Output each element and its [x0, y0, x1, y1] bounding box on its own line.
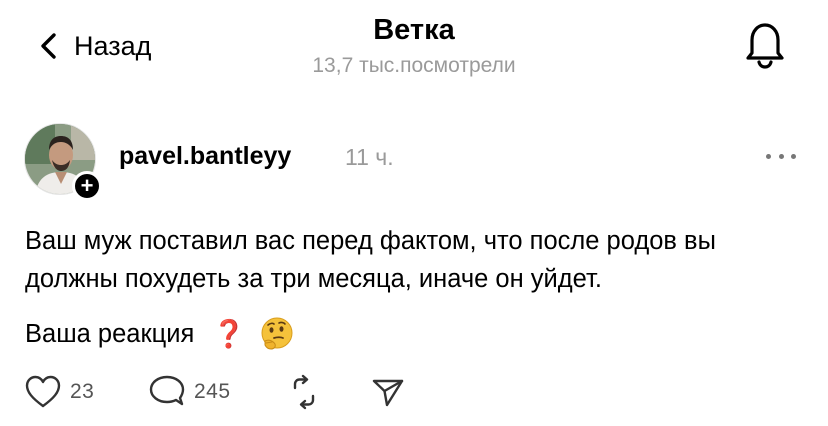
more-dot: [766, 153, 771, 159]
repost-icon: [293, 374, 315, 410]
send-icon: [372, 379, 404, 407]
more-dot: [778, 153, 784, 159]
post-time: 11 ч.: [345, 144, 394, 170]
thinking-face-emoji: [261, 317, 293, 350]
post-text: Ваш муж поставил вас перед фактом, что п…: [25, 227, 716, 293]
replies-count: 245: [194, 380, 231, 403]
heart-icon: [25, 375, 61, 408]
like-button[interactable]: 23: [24, 370, 94, 414]
follow-plus-button[interactable]: +: [72, 171, 102, 201]
comment-icon: [149, 375, 185, 406]
question-emoji: ❓: [212, 319, 246, 349]
author-username[interactable]: pavel.bantleyy: [119, 142, 291, 171]
views-count: 13,7 тыс.посмотрели: [312, 54, 516, 77]
page-title: Ветка: [373, 14, 455, 46]
reaction-text: Ваша реакция: [25, 319, 195, 348]
reaction-line: Ваша реакция ❓: [25, 316, 294, 352]
post-actions: 23 245: [24, 370, 444, 414]
author-avatar-container[interactable]: +: [24, 123, 102, 201]
more-dots-icon[interactable]: [766, 146, 796, 166]
repost-button[interactable]: [286, 370, 322, 414]
share-button[interactable]: [370, 370, 406, 414]
reply-button[interactable]: 245: [148, 370, 231, 414]
likes-count: 23: [70, 380, 95, 403]
bell-icon[interactable]: [744, 20, 786, 70]
thread-screen: Назад Ветка 13,7 тыс.посмотрели + pavel.…: [0, 0, 828, 426]
more-dot: [791, 153, 796, 159]
